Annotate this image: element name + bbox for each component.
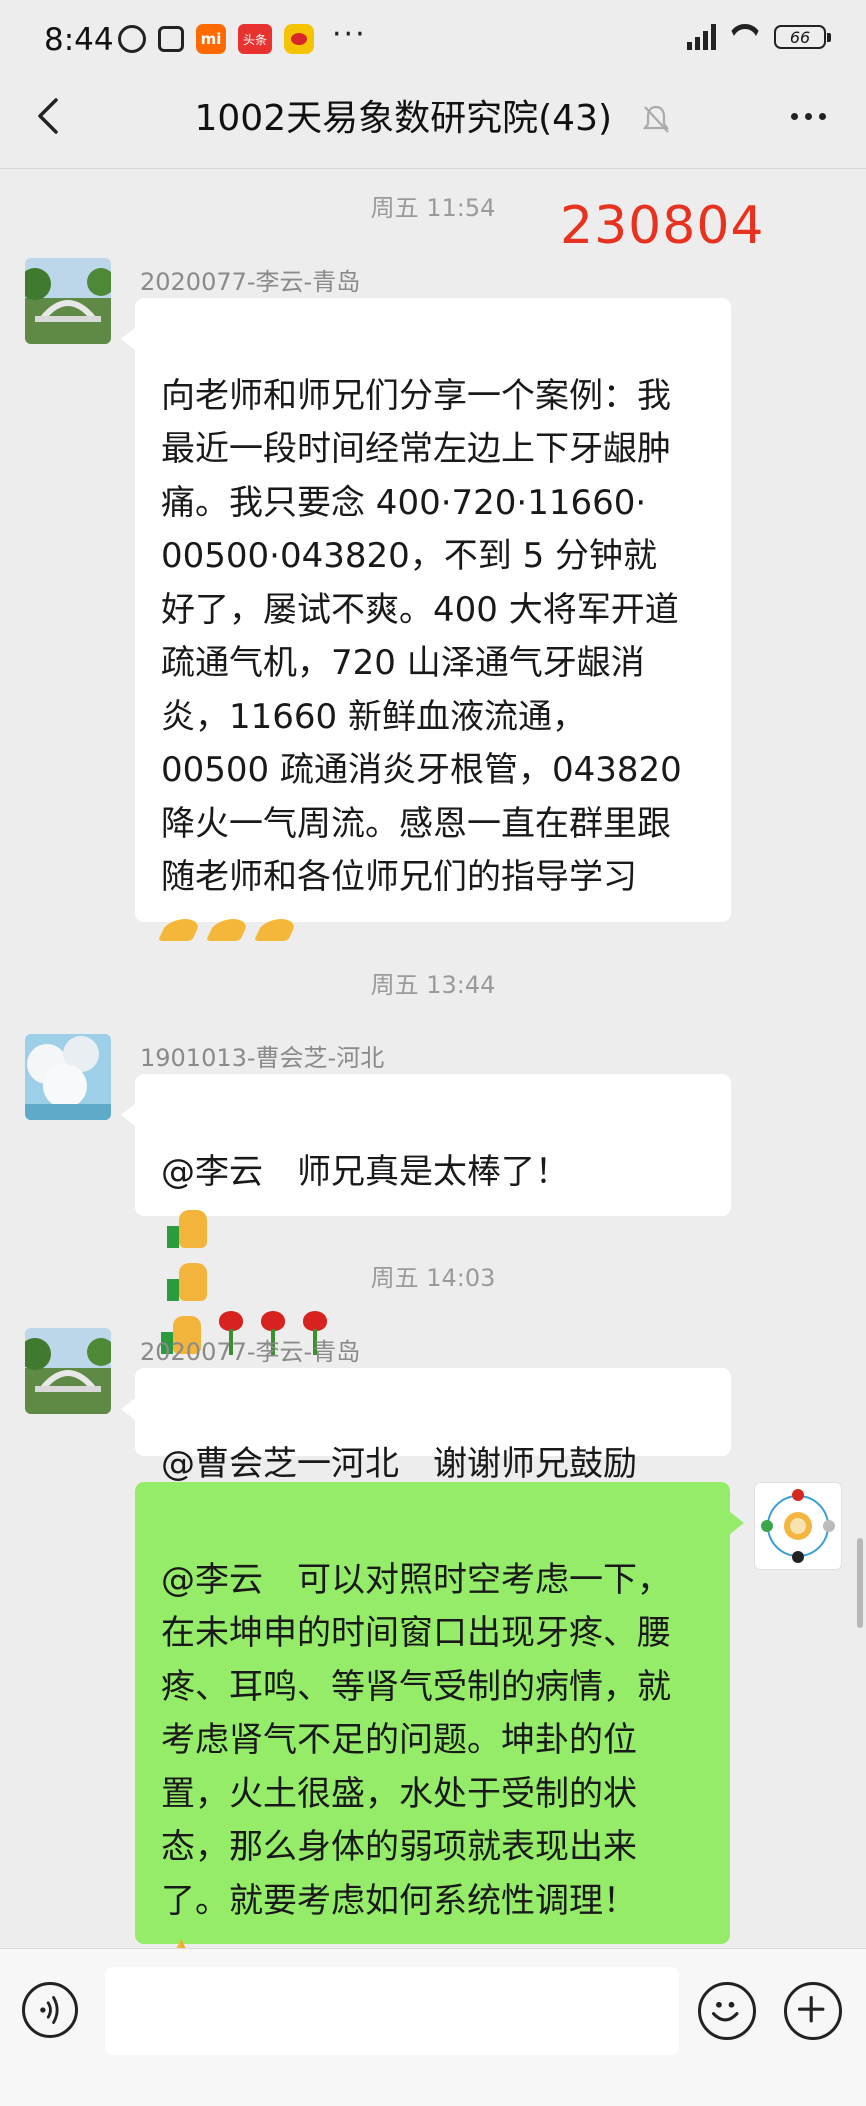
message-bubble[interactable]: @曹会芝一河北 谢谢师兄鼓励 [121, 1368, 731, 1484]
battery-icon: 66 [774, 25, 831, 49]
pray-emoji-icon [257, 915, 295, 947]
sender-name: 2020077-李云-青岛 [140, 1338, 361, 1366]
more-notifications-icon: ··· [332, 16, 367, 52]
chat-title: 1002天易象数研究院(43) [194, 98, 613, 139]
alarm-icon [118, 25, 146, 53]
system-icons: 66 [687, 24, 831, 50]
date-stamp: 230804 [560, 196, 765, 256]
wifi-icon [728, 24, 762, 50]
blossom-photo-icon [25, 1034, 111, 1120]
message-bubble[interactable]: 向老师和师兄们分享一个案例：我 最近一段时间经常左边上下牙龈肿 痛。我只要念 4… [121, 298, 731, 922]
mute-bell-icon [643, 105, 670, 133]
voice-input-icon[interactable] [22, 1982, 78, 2038]
message-bubble[interactable]: @李云 师兄真是太棒了！ [121, 1074, 731, 1355]
more-options-icon[interactable] [791, 113, 826, 120]
notification-icons: mi 头条 ··· [118, 17, 367, 54]
scrollbar[interactable] [857, 1538, 863, 1628]
more-functions-plus-icon[interactable] [784, 1982, 842, 2040]
message-text: @李云 师兄真是太棒了！ [161, 1151, 569, 1192]
pray-emoji-icon [161, 915, 199, 947]
message-text: @李云 可以对照时空考虑一下， 在未坤申的时间窗口出现牙疼、腰 疼、耳鸣、等肾气… [161, 1559, 671, 1921]
toutiao-app-icon: 头条 [238, 24, 272, 54]
message-text: 向老师和师兄们分享一个案例：我 最近一段时间经常左边上下牙龈肿 痛。我只要念 4… [161, 375, 682, 898]
avatar[interactable] [25, 258, 111, 344]
chat-title-row: 1002天易象数研究院(43) [0, 96, 866, 141]
bridge-photo-icon [25, 1328, 111, 1414]
xiaomi-app-icon: mi [196, 24, 226, 54]
signal-icon [687, 24, 716, 50]
bridge-photo-icon [25, 258, 111, 344]
weibo-app-icon [284, 24, 314, 54]
header-divider [0, 168, 866, 169]
status-time: 8:44 [44, 22, 114, 58]
pray-emoji-icon [209, 915, 247, 947]
timestamp: 周五 14:03 [370, 1264, 496, 1292]
sender-name: 2020077-李云-青岛 [140, 268, 361, 296]
message-input[interactable] [105, 1967, 679, 2055]
sender-name: 1901013-曹会芝-河北 [140, 1044, 385, 1072]
timestamp: 周五 13:44 [370, 971, 496, 999]
avatar[interactable] [754, 1482, 842, 1570]
avatar[interactable] [25, 1034, 111, 1120]
message-bubble-self[interactable]: @李云 可以对照时空考虑一下， 在未坤申的时间窗口出现牙疼、腰 疼、耳鸣、等肾气… [135, 1482, 744, 1971]
emoji-picker-icon[interactable] [698, 1982, 756, 2040]
nfc-icon [158, 26, 184, 52]
thumbs-up-emoji-icon [167, 1206, 211, 1248]
taiji-logo-icon [761, 1489, 835, 1563]
avatar[interactable] [25, 1328, 111, 1414]
message-text: @曹会芝一河北 谢谢师兄鼓励 [161, 1443, 637, 1484]
emoji-row [161, 905, 705, 958]
status-bar: 8:44 mi 头条 ··· 66 [0, 0, 866, 86]
